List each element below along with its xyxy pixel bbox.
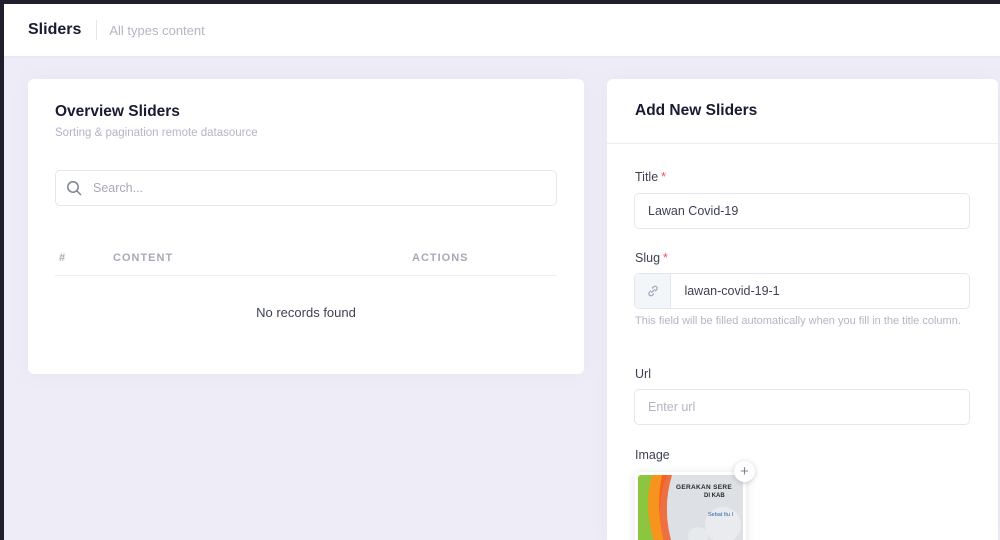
link-icon bbox=[648, 285, 658, 297]
image-text-line1: GERAKAN SERE bbox=[676, 484, 732, 491]
slug-hint: This field will be filled automatically … bbox=[635, 315, 961, 327]
plus-icon: + bbox=[740, 463, 749, 480]
add-slider-card: Add New Sliders Title* Slug* This field … bbox=[607, 79, 998, 540]
title-label-text: Title bbox=[635, 170, 659, 184]
image-text-line3: Sebat Itu I bbox=[708, 512, 734, 518]
subheader: Sliders All types content bbox=[4, 4, 1000, 56]
search-box bbox=[55, 170, 557, 206]
image-preview[interactable]: GERAKAN SERE DI KAB Sebat Itu I bbox=[635, 472, 746, 540]
add-slider-header: Add New Sliders bbox=[607, 79, 998, 144]
add-slider-title: Add New Sliders bbox=[635, 102, 758, 119]
page-title: Sliders bbox=[28, 21, 82, 38]
column-header-content[interactable]: CONTENT bbox=[113, 252, 173, 264]
overview-card: Overview Sliders Sorting & pagination re… bbox=[28, 79, 584, 374]
subheader-separator bbox=[96, 20, 98, 40]
slug-input[interactable] bbox=[671, 284, 969, 298]
empty-state-message: No records found bbox=[256, 305, 356, 320]
page-description: All types content bbox=[109, 22, 205, 38]
url-input[interactable] bbox=[635, 400, 969, 414]
image-text-line2: DI KAB bbox=[704, 493, 725, 499]
overview-subtitle: Sorting & pagination remote datasource bbox=[55, 127, 258, 139]
add-image-button[interactable]: + bbox=[734, 461, 755, 482]
required-mark: * bbox=[661, 170, 667, 184]
slug-addon bbox=[635, 274, 672, 308]
title-label: Title * bbox=[635, 170, 666, 184]
url-label: Url bbox=[635, 367, 651, 381]
title-input[interactable] bbox=[635, 204, 969, 218]
title-field bbox=[634, 193, 970, 229]
image-label: Image bbox=[635, 448, 670, 462]
search-input[interactable] bbox=[93, 181, 533, 195]
overview-title: Overview Sliders bbox=[55, 103, 180, 120]
column-header-number[interactable]: # bbox=[59, 252, 66, 264]
window-frame-left bbox=[0, 0, 4, 540]
slug-field bbox=[634, 273, 970, 309]
column-header-actions: ACTIONS bbox=[412, 252, 469, 264]
table-header: # CONTENT ACTIONS bbox=[55, 249, 557, 276]
required-mark: * bbox=[663, 251, 668, 265]
url-field bbox=[634, 389, 970, 425]
slug-label: Slug * bbox=[635, 251, 668, 265]
search-icon bbox=[67, 181, 82, 196]
slug-label-text: Slug bbox=[635, 251, 661, 265]
